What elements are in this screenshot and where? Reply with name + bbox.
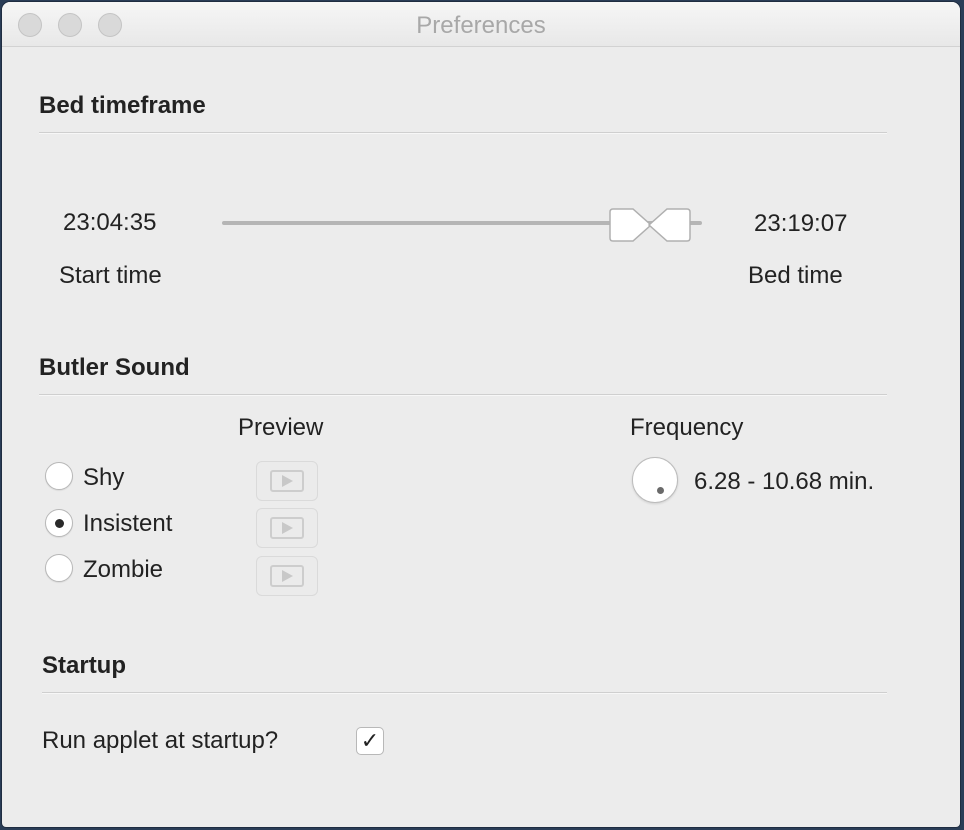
- bed-time-value: 23:19:07: [754, 210, 848, 237]
- startup-separator: [42, 692, 887, 694]
- radio-shy-label[interactable]: Shy: [83, 464, 124, 492]
- radio-shy[interactable]: [45, 462, 73, 490]
- radio-selected-dot: [55, 519, 64, 528]
- frequency-value: 6.28 - 10.68 min.: [694, 468, 875, 495]
- play-icon: [270, 470, 304, 492]
- radio-zombie[interactable]: [45, 554, 73, 582]
- title-bar: Preferences: [2, 2, 960, 47]
- bed-timeframe-heading: Bed timeframe: [39, 92, 206, 119]
- window-title: Preferences: [416, 12, 546, 39]
- run-at-startup-label[interactable]: Run applet at startup?: [42, 727, 278, 755]
- play-icon: [270, 565, 304, 587]
- bed-time-slider-knob[interactable]: [647, 207, 691, 243]
- preview-shy-button[interactable]: [256, 461, 318, 501]
- preview-column-label: Preview: [238, 414, 324, 441]
- bed-time-label: Bed time: [748, 262, 843, 289]
- run-at-startup-checkbox[interactable]: ✓: [356, 727, 384, 755]
- start-time-label: Start time: [59, 262, 162, 289]
- frequency-label: Frequency: [630, 414, 744, 441]
- start-time-value: 23:04:35: [63, 209, 157, 236]
- butler-sound-heading: Butler Sound: [39, 354, 190, 381]
- preview-insistent-button[interactable]: [256, 508, 318, 548]
- knob-indicator-icon: [657, 487, 664, 494]
- radio-insistent-label[interactable]: Insistent: [83, 510, 172, 538]
- radio-zombie-label[interactable]: Zombie: [83, 556, 163, 584]
- preferences-window: Preferences Bed timeframe 23:04:35 Start…: [2, 2, 960, 827]
- radio-insistent[interactable]: [45, 509, 73, 537]
- startup-heading: Startup: [42, 652, 126, 679]
- frequency-knob[interactable]: [632, 457, 678, 503]
- butler-sound-separator: [39, 394, 887, 396]
- preview-zombie-button[interactable]: [256, 556, 318, 596]
- bed-timeframe-separator: [39, 132, 887, 134]
- play-icon: [270, 517, 304, 539]
